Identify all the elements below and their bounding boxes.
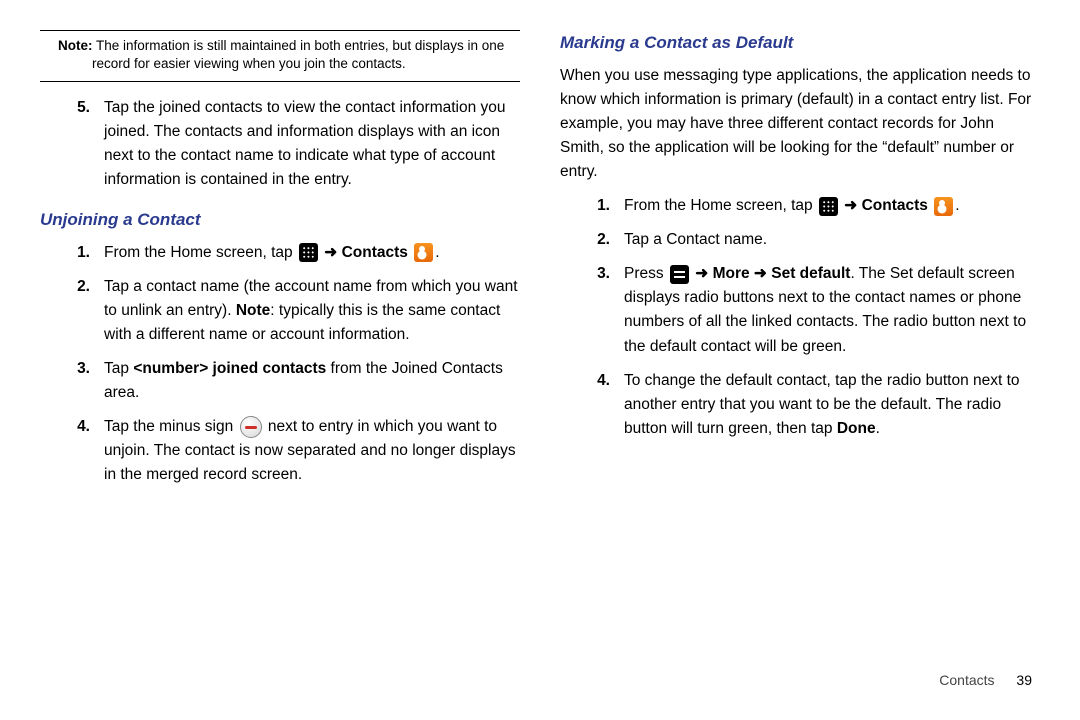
apps-grid-icon [299,243,318,262]
step-number: 4. [40,415,104,487]
step-number: 2. [40,275,104,347]
heading-unjoining: Unjoining a Contact [40,207,520,233]
page-number: 39 [1016,672,1032,688]
minus-icon [240,416,262,438]
step-text: To change the default contact, tap the r… [624,369,1040,441]
step-text: From the Home screen, tap ➜ Contacts . [624,194,1040,218]
footer-section: Contacts [939,672,994,688]
step-number: 1. [560,194,624,218]
default-steps: 1. From the Home screen, tap ➜ Contacts … [560,194,1040,440]
note-label: Note: [58,38,93,53]
apps-grid-icon [819,197,838,216]
step-text: Tap a Contact name. [624,228,1040,252]
unjoin-steps: 1. From the Home screen, tap ➜ Contacts … [40,241,520,487]
step-text: Tap the joined contacts to view the cont… [104,96,520,192]
step-number: 3. [40,357,104,405]
arrow-icon: ➜ [324,244,337,261]
step-number: 3. [560,262,624,358]
menu-icon [670,265,689,284]
note-body: The information is still maintained in b… [92,38,504,71]
intro-paragraph: When you use messaging type applications… [560,64,1040,184]
step-number: 1. [40,241,104,265]
step-number: 4. [560,369,624,441]
right-column: Marking a Contact as Default When you us… [560,30,1040,497]
note-box: Note: The information is still maintaine… [40,30,520,82]
arrow-icon: ➜ [844,197,857,214]
step-text: Press ➜ More ➜ Set default. The Set defa… [624,262,1040,358]
contacts-icon [934,197,953,216]
heading-default: Marking a Contact as Default [560,30,1040,56]
step-text: Tap <number> joined contacts from the Jo… [104,357,520,405]
prior-steps: 5. Tap the joined contacts to view the c… [40,96,520,192]
contacts-label: Contacts [342,244,408,261]
page-footer: Contacts 39 [939,670,1032,692]
arrow-icon: ➜ [754,265,767,282]
contacts-label: Contacts [862,197,928,214]
step-text: Tap the minus sign next to entry in whic… [104,415,520,487]
step-text: Tap a contact name (the account name fro… [104,275,520,347]
left-column: Note: The information is still maintaine… [40,30,520,497]
step-number: 5. [40,96,104,192]
page-body: Note: The information is still maintaine… [0,0,1080,497]
contacts-icon [414,243,433,262]
step-number: 2. [560,228,624,252]
step-text: From the Home screen, tap ➜ Contacts . [104,241,520,265]
arrow-icon: ➜ [695,265,708,282]
